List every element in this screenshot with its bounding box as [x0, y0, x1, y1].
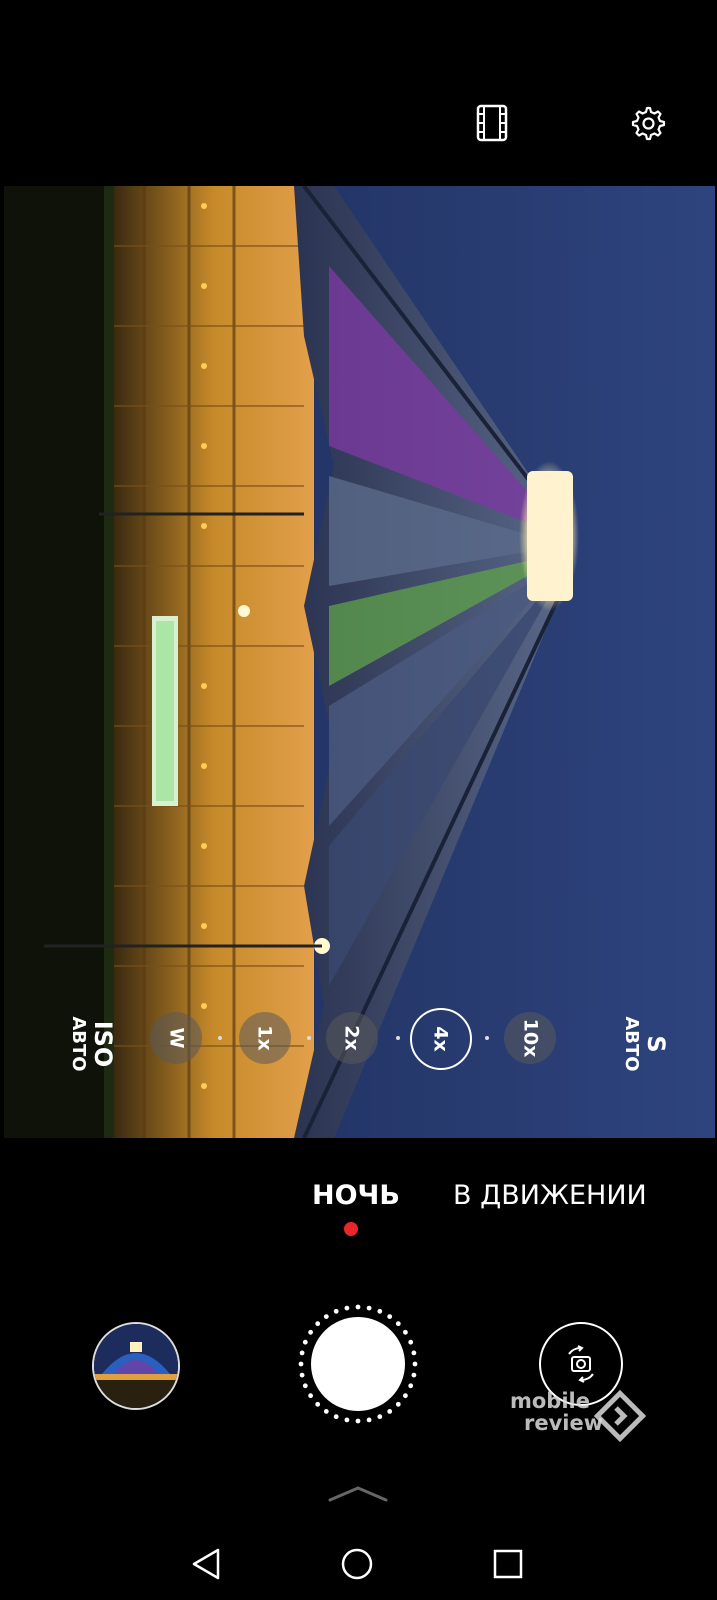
viewfinder-scene	[4, 186, 715, 1138]
home-icon[interactable]	[335, 1542, 379, 1586]
zoom-1x-button[interactable]: 1x	[239, 1012, 291, 1064]
zoom-w-button[interactable]: W	[150, 1012, 202, 1064]
shutter-ring-dot	[344, 1417, 350, 1423]
zoom-separator	[485, 1036, 489, 1040]
zoom-10x-button[interactable]: 10x	[504, 1012, 556, 1064]
shutter-speed-label: S	[642, 1035, 670, 1053]
shutter-ring-dot	[412, 1361, 418, 1367]
watermark-diamond-icon	[593, 1389, 647, 1443]
zoom-2x-button[interactable]: 2x	[326, 1012, 378, 1064]
shutter-ring-dot	[302, 1383, 308, 1389]
zoom-4x-button[interactable]: 4x	[410, 1008, 472, 1070]
iso-value: АВТО	[68, 1016, 89, 1072]
chevron-up-icon[interactable]	[328, 1484, 388, 1504]
iso-control[interactable]: ISO АВТО	[57, 1009, 117, 1079]
shutter-ring-dot	[308, 1393, 313, 1399]
shutter-ring-dot	[403, 1393, 408, 1399]
navigation-bar	[0, 1530, 717, 1600]
shutter-ring-dot	[366, 1417, 372, 1423]
shutter-speed-control[interactable]: S АВТО	[610, 1009, 670, 1079]
mode-motion[interactable]: В ДВИЖЕНИИ	[453, 1180, 647, 1211]
camera-viewfinder[interactable]: ISO АВТО S АВТО W 1x 2x 4x 10x	[4, 186, 715, 1138]
watermark-logo: mobile review	[510, 1389, 660, 1460]
shutter-ring-dot	[344, 1305, 350, 1311]
shutter-ring-dot	[333, 1414, 339, 1420]
shutter-ring-dot	[299, 1350, 305, 1356]
gallery-thumbnail[interactable]	[92, 1322, 180, 1410]
top-bar	[0, 0, 717, 186]
shutter-ring-dot	[323, 1409, 329, 1414]
shutter-ring-dot	[308, 1329, 313, 1335]
film-icon[interactable]	[470, 101, 514, 145]
shutter-speed-value: АВТО	[621, 1016, 642, 1072]
shutter-ring-dot	[395, 1401, 401, 1407]
shutter-ring-dot	[377, 1308, 383, 1314]
shutter-ring-dot	[411, 1372, 417, 1378]
shutter-ring-dot	[355, 1418, 361, 1424]
shutter-ring-dot	[299, 1372, 305, 1378]
recents-icon[interactable]	[486, 1542, 530, 1586]
shutter-ring-dot	[323, 1314, 329, 1319]
shutter-ring-dot	[366, 1305, 372, 1311]
zoom-separator	[307, 1036, 311, 1040]
back-icon[interactable]	[184, 1542, 228, 1586]
zoom-separator	[218, 1036, 222, 1040]
shutter-ring-dot	[355, 1304, 361, 1310]
watermark-line1: mobile	[510, 1389, 590, 1413]
shutter-ring-dot	[408, 1339, 414, 1345]
shutter-ring-dot	[377, 1414, 383, 1420]
iso-label: ISO	[89, 1020, 117, 1068]
shutter-button[interactable]	[311, 1317, 405, 1411]
shutter-ring-dot	[333, 1308, 339, 1314]
shutter-ring-dot	[315, 1401, 321, 1407]
gear-icon[interactable]	[625, 101, 669, 145]
mode-selector: НОЧЬ В ДВИЖЕНИИ	[0, 1180, 717, 1240]
shutter-ring-dot	[408, 1383, 414, 1389]
shutter-ring-dot	[302, 1339, 308, 1345]
shutter-ring-dot	[403, 1329, 408, 1335]
mode-night[interactable]: НОЧЬ	[312, 1180, 400, 1211]
shutter-ring-dot	[395, 1321, 401, 1327]
zoom-separator	[396, 1036, 400, 1040]
shutter-ring-dot	[411, 1350, 417, 1356]
shutter-ring-dot	[387, 1314, 393, 1319]
shutter-ring-dot	[387, 1409, 393, 1414]
shutter-ring-dot	[315, 1321, 321, 1327]
active-mode-indicator	[344, 1222, 358, 1236]
shutter-ring-dot	[298, 1361, 304, 1367]
